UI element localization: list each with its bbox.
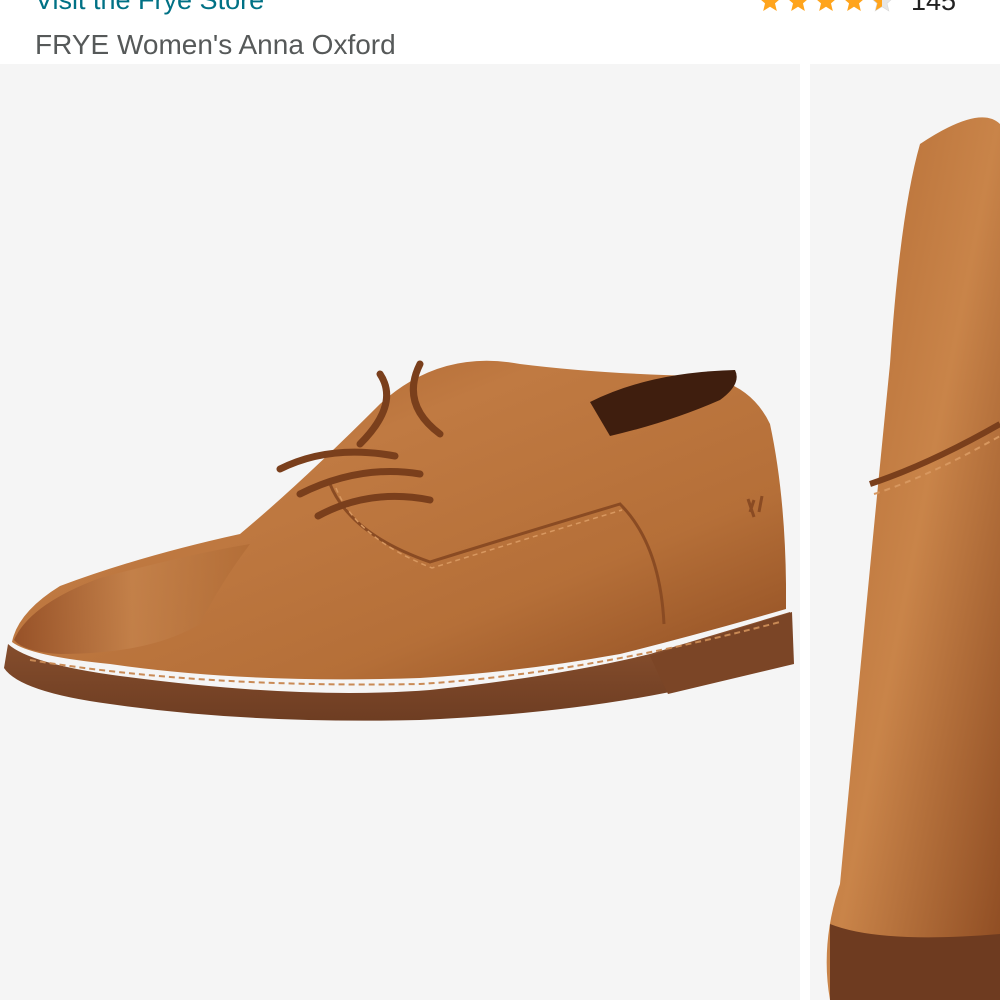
star-full-icon <box>761 0 779 11</box>
review-count[interactable]: 145 <box>911 0 956 15</box>
oxford-shoe-illustration <box>4 360 794 721</box>
product-image-next[interactable] <box>810 64 1000 1000</box>
visit-store-link[interactable]: Visit the Frye Store <box>35 0 264 16</box>
product-title: FRYE Women's Anna Oxford <box>35 29 396 60</box>
star-half-icon <box>872 0 892 12</box>
star-rating[interactable]: 145 <box>757 0 956 15</box>
product-header: Visit the Frye Store 145 FRYE Women's An… <box>0 0 1000 64</box>
star-full-icon <box>845 0 863 11</box>
star-full-icon <box>789 0 807 11</box>
rating-stars <box>757 0 897 14</box>
product-image-main[interactable] <box>0 64 800 1000</box>
star-full-icon <box>817 0 835 11</box>
product-image-carousel[interactable] <box>0 64 1000 1000</box>
shoe-closeup-illustration <box>826 117 1000 1000</box>
